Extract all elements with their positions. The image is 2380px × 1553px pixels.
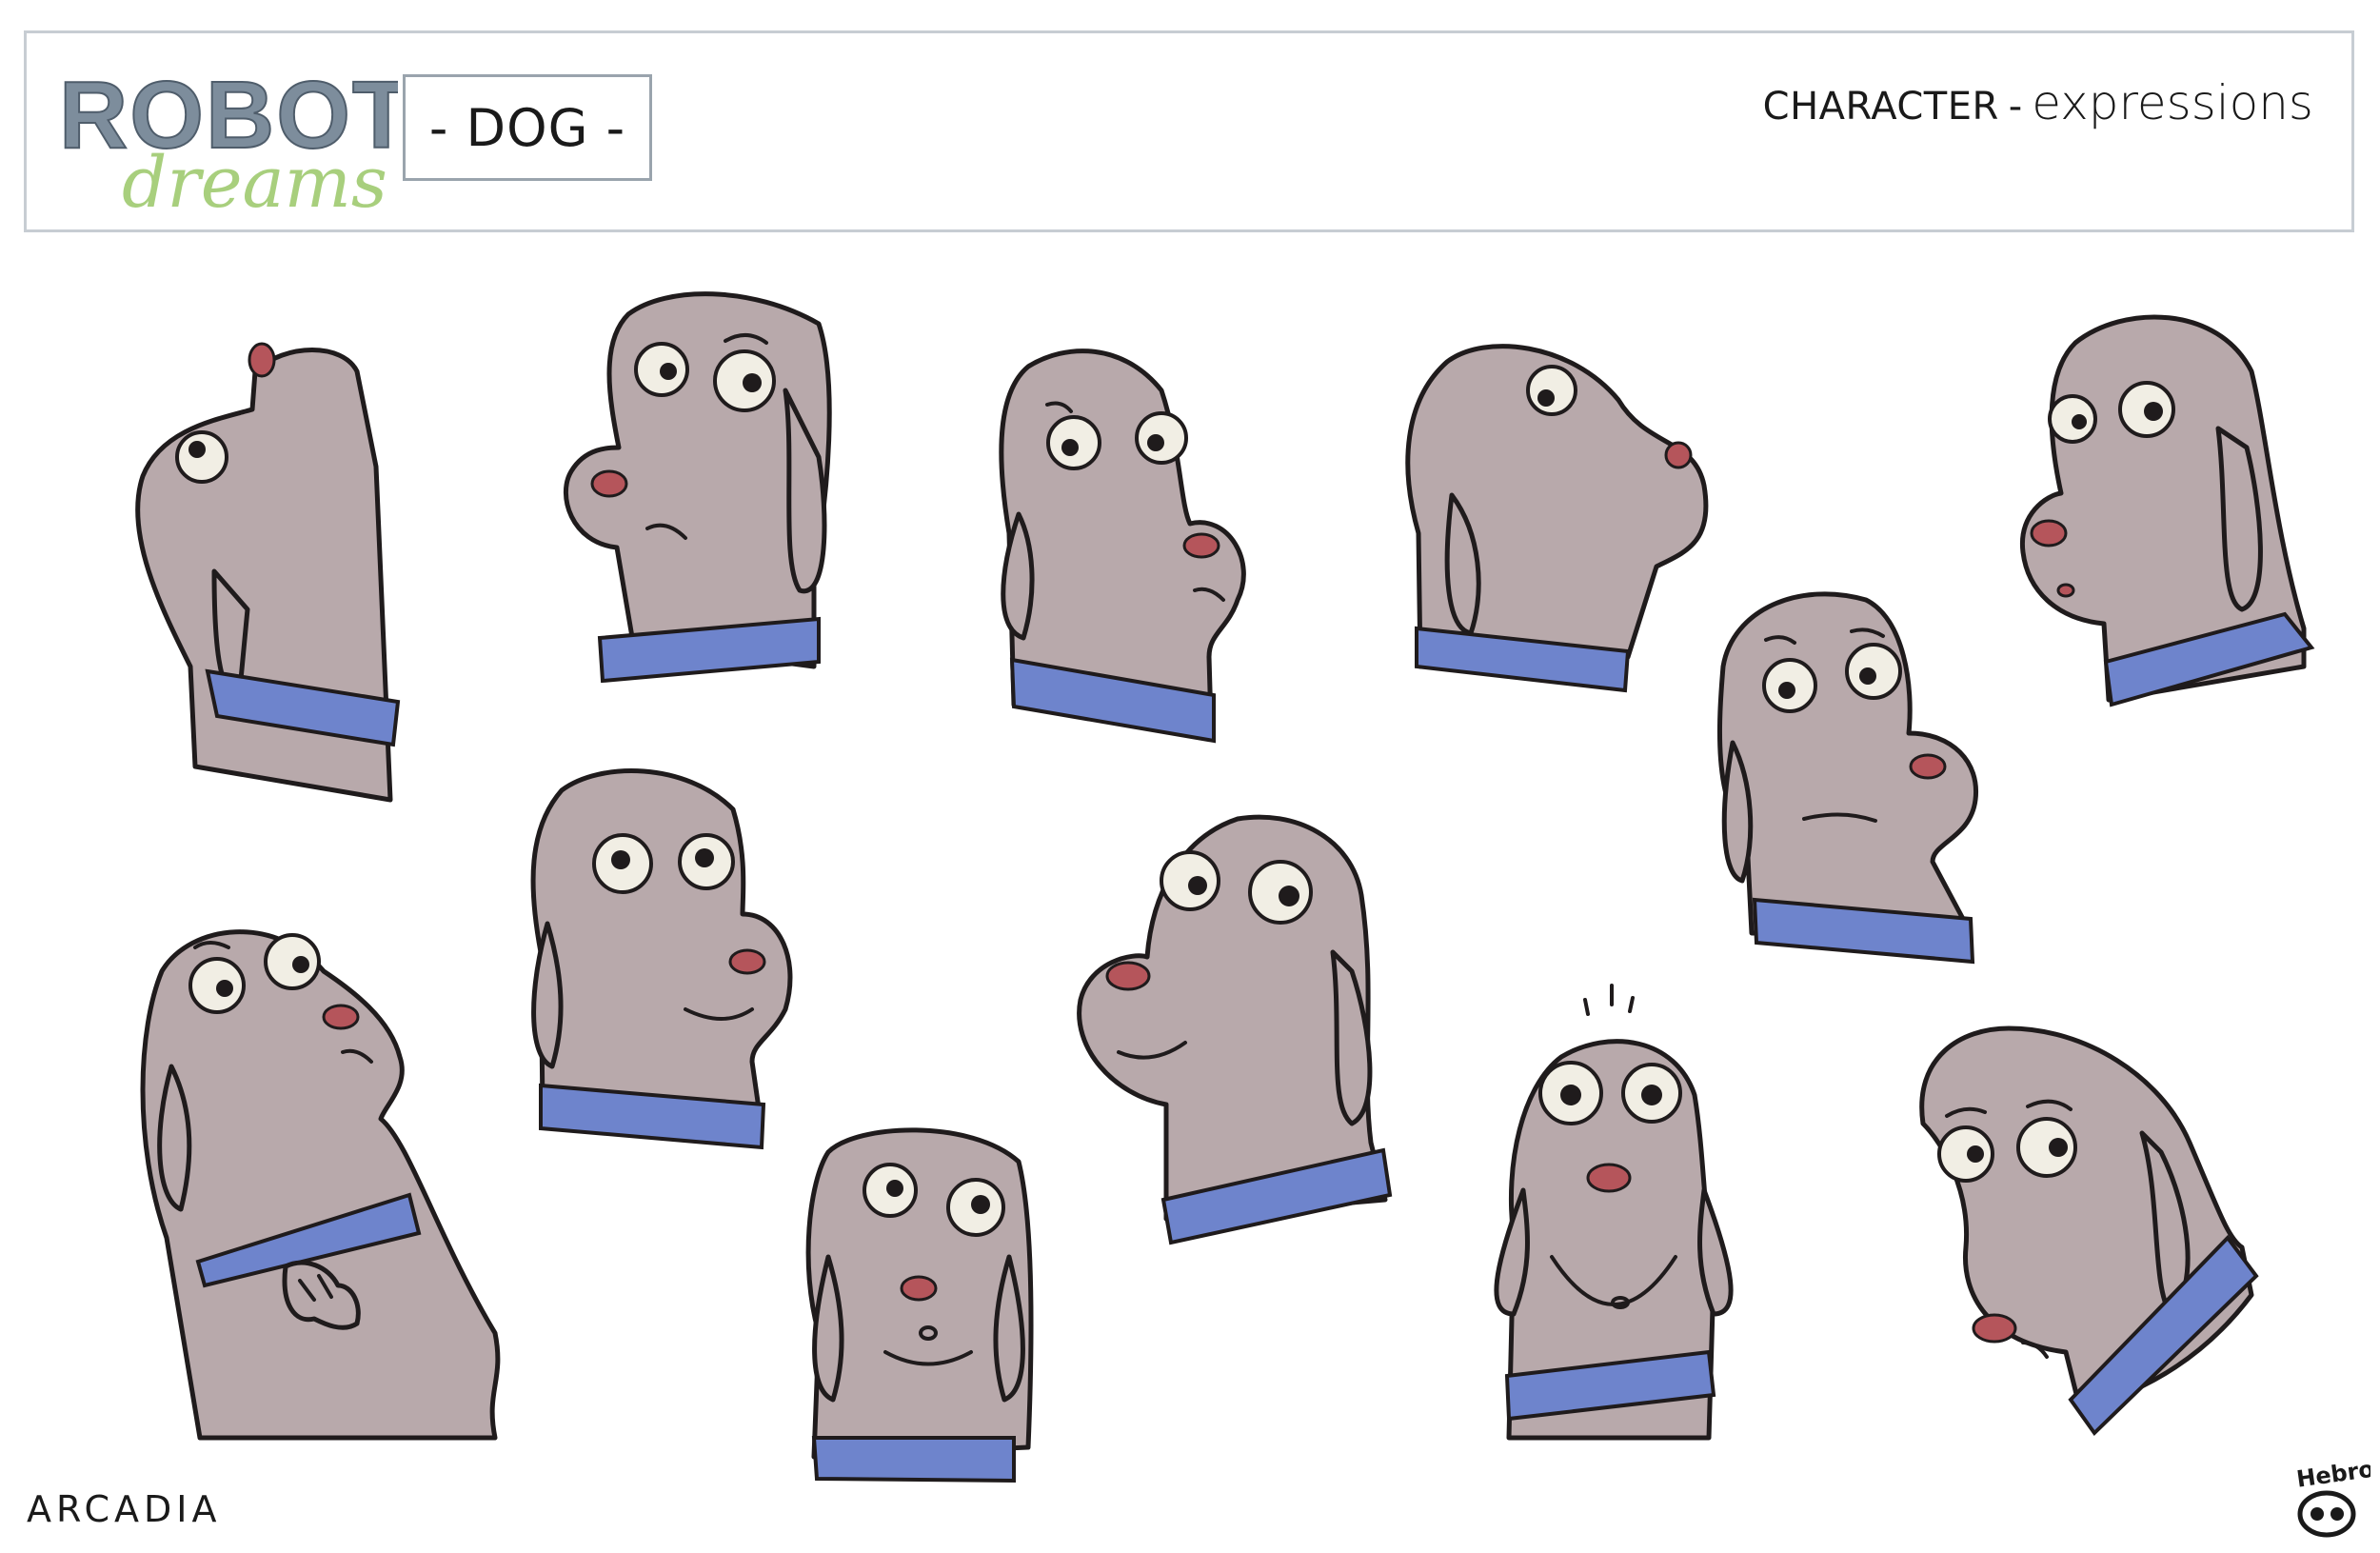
expression-looking-up-profile [135, 342, 401, 803]
expression-worried-left [563, 291, 832, 684]
expression-smiling-left [1077, 814, 1393, 1245]
expression-nervous-front [805, 1127, 1034, 1483]
artist-signature-icon: Hebro [2295, 1456, 2370, 1538]
studio-name: ARCADIA [27, 1488, 222, 1530]
expressions-sheet: .fur { fill: #b8a9ab; stroke: #1f1b1c; s… [135, 291, 2315, 1483]
expression-concerned-right [1716, 591, 1979, 965]
expression-sad-down [1919, 1025, 2259, 1437]
expression-surprised-right [999, 348, 1246, 744]
expression-looking-up-back [1405, 344, 1709, 693]
expression-content-right [530, 768, 793, 1150]
expression-startled-left [2020, 314, 2315, 707]
expression-sad-hands [140, 929, 501, 1441]
expression-shocked-front [1494, 984, 1734, 1441]
studio-logo: ARCADIA [27, 1488, 222, 1530]
artist-signature-text: Hebro [2295, 1456, 2370, 1493]
